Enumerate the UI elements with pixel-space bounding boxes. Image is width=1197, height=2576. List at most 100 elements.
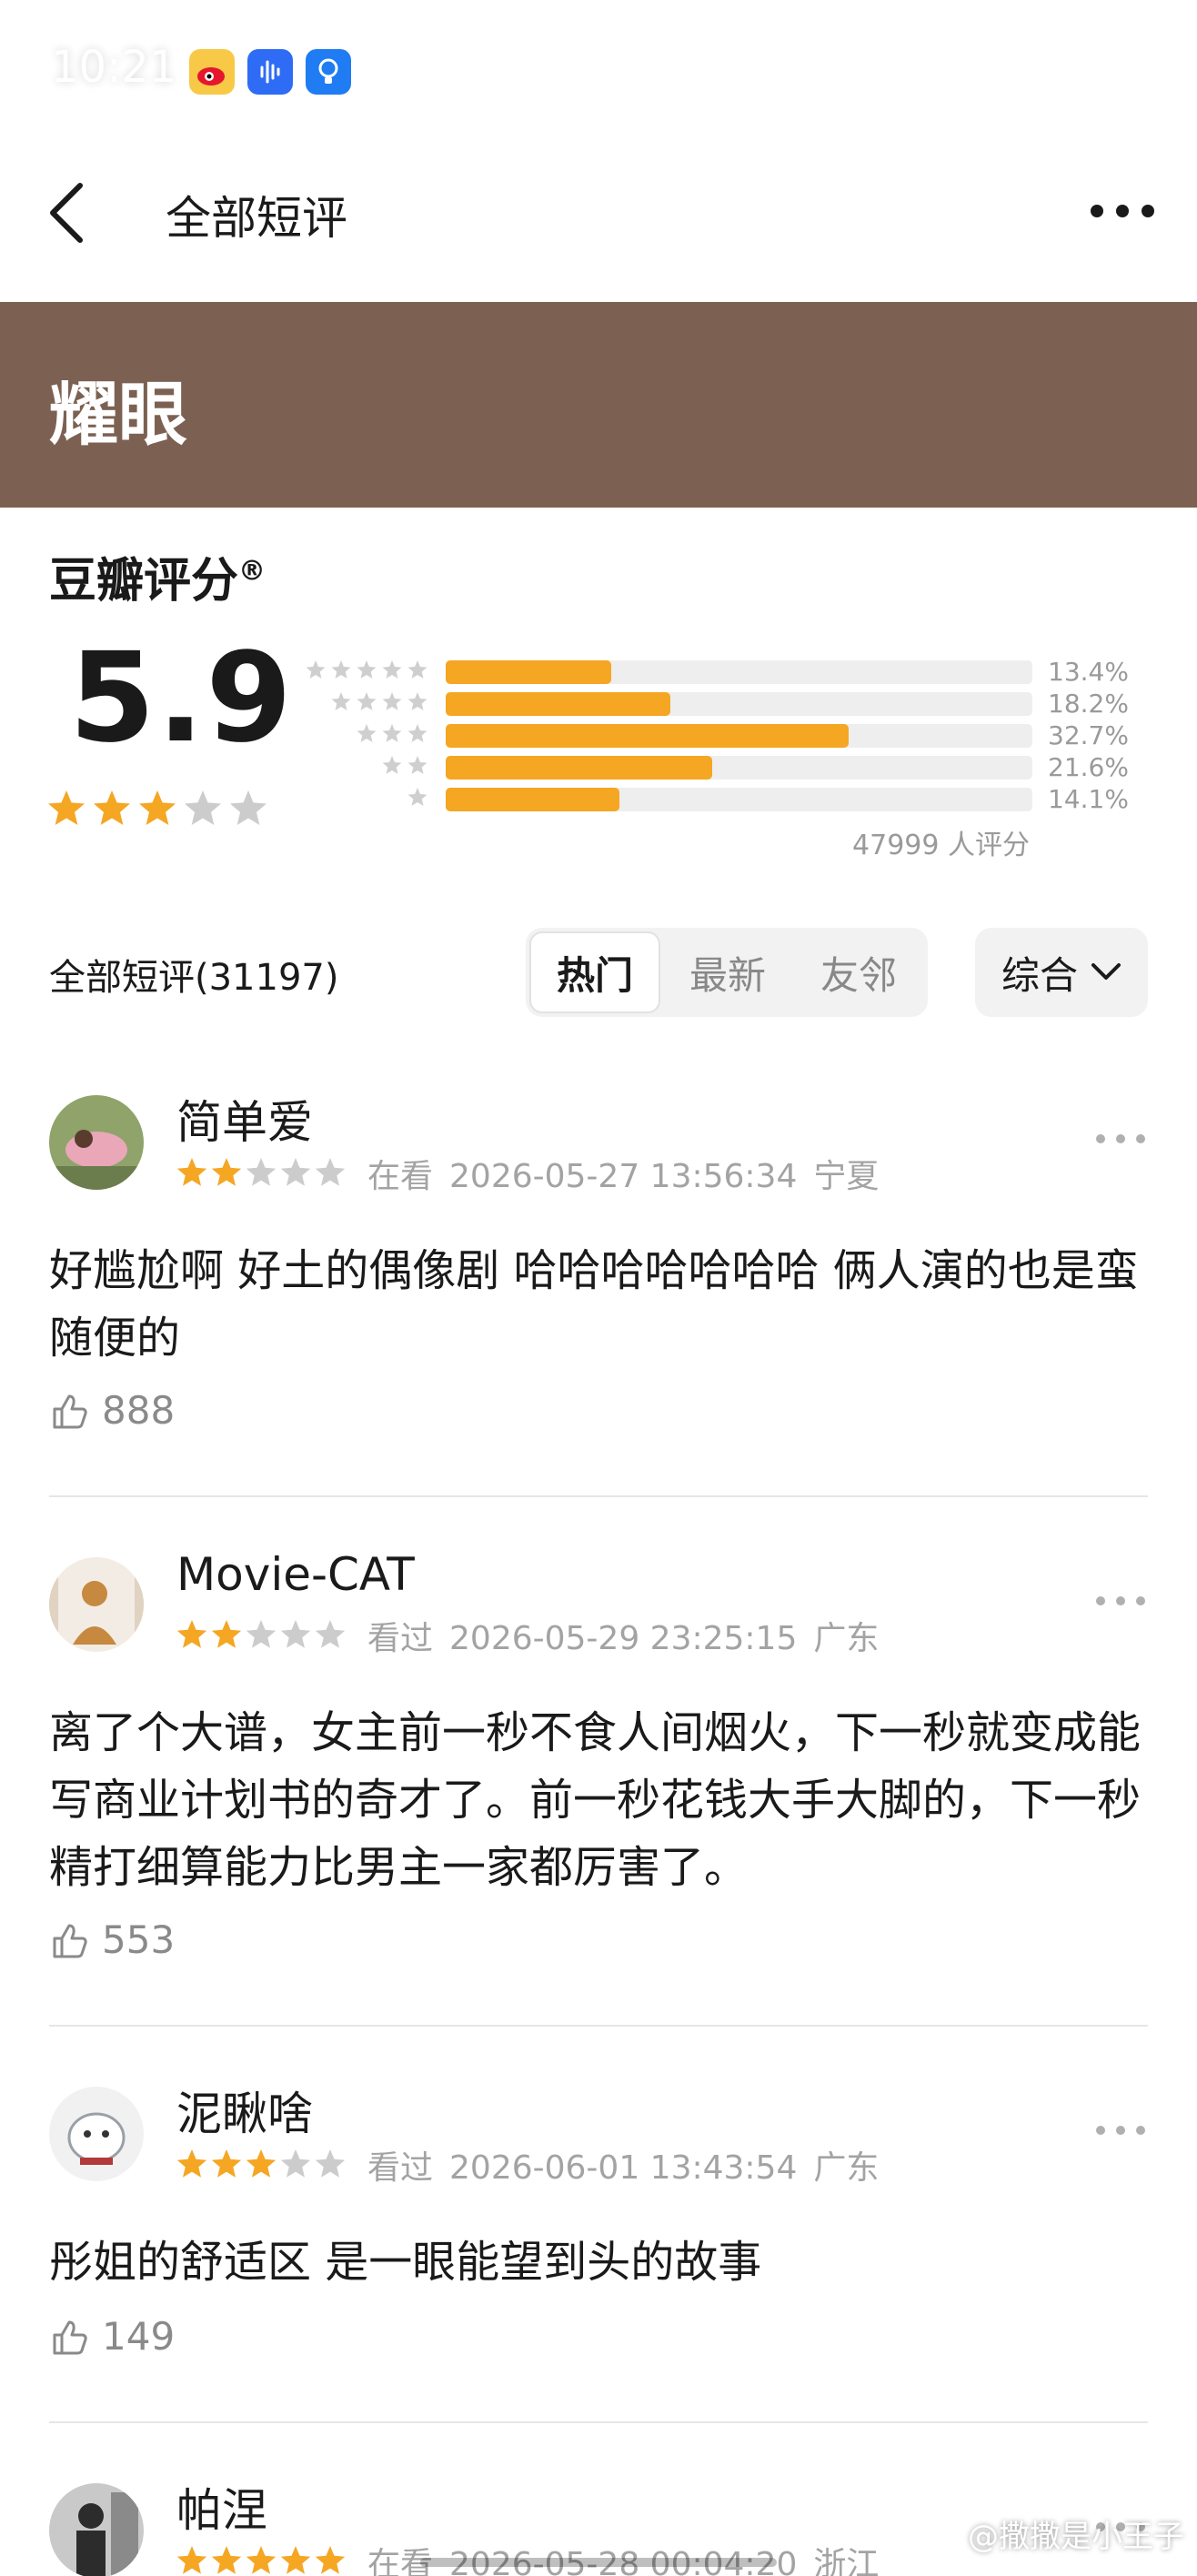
star-filled-icon [139,790,176,825]
comment-more-icon[interactable] [1093,2121,1148,2139]
user-rating-stars [176,2149,346,2178]
small-star-icon [357,692,377,710]
more-options-button[interactable] [1084,191,1161,231]
tab-latest[interactable]: 最新 [662,931,793,1013]
avatar[interactable] [49,2483,144,2576]
weibo-icon [189,49,235,95]
small-star-icon [407,724,428,742]
comments-total: 全部短评(31197) [49,957,339,999]
home-indicator[interactable] [420,2558,777,2567]
rating-bar-track [446,660,1032,684]
star-filled-icon [246,2546,277,2574]
small-star-icon [407,660,428,679]
weibo-logo-icon [930,2526,959,2547]
star-empty-icon [185,790,221,825]
tab-friends[interactable]: 友邻 [793,931,924,1013]
comment-tabs: 热门 最新 友邻 [526,928,928,1017]
tab-hot[interactable]: 热门 [529,931,660,1013]
status-icons: 5A 5A 83 [773,45,1161,96]
rating-row-1-star: 14.1% [300,784,1137,816]
small-star-icon [382,660,402,679]
divider [49,2421,1148,2423]
rating-count: 47999 人评分 [852,830,1030,861]
rating-label: 豆瓣评分® [49,554,267,609]
username[interactable]: 泥瞅啥 [176,2078,313,2143]
username[interactable]: Movie-CAT [176,1548,415,1601]
more-dots-icon [1091,205,1154,217]
star-empty-icon [315,1158,346,1186]
row-stars [306,660,428,679]
thumbs-up-icon [53,2320,87,2354]
comment-meta: 看过 2026-06-01 13:43:54 广东 [176,2147,895,2187]
rating-bar-fill [446,660,611,684]
rating-row-2-star: 21.6% [300,752,1137,784]
status-bar: 10:21 5A 5A 83 [0,0,1197,136]
comment-more-icon[interactable] [1093,1130,1148,1148]
small-star-icon [382,692,402,710]
back-button[interactable] [40,176,104,249]
rating-row-4-star: 18.2% [300,689,1137,720]
comment-meta: 在看 2026-05-27 13:56:34 宁夏 [176,1155,895,1195]
nav-header: 全部短评 [0,136,1197,302]
small-star-icon [357,660,377,679]
like-button[interactable]: 149 [49,2314,175,2359]
small-star-icon [407,788,428,806]
star-empty-icon [315,1620,346,1648]
star-filled-icon [211,2546,242,2574]
like-count: 888 [102,1388,176,1433]
row-stars [357,724,428,742]
chevron-left-icon [50,183,83,243]
rating-bar-track [446,788,1032,811]
star-empty-icon [246,1620,277,1648]
like-button[interactable]: 888 [49,1388,175,1433]
star-filled-icon [211,1158,242,1186]
small-star-icon [407,756,428,774]
rating-percent: 18.2% [1048,689,1129,719]
username[interactable]: 简单爱 [176,1086,313,1152]
signal-icon: 5A [893,52,953,87]
rating-bar-track [446,692,1032,716]
status-time: 10:21 [51,42,177,93]
rating-distribution: 13.4% 18.2% 32.7% 21.6% 14.1% [300,657,1137,816]
avatar[interactable] [49,1095,144,1190]
star-filled-icon [211,2149,242,2178]
like-count: 149 [102,2314,176,2359]
star-filled-icon [176,2149,207,2178]
comment-location: 广东 [813,2149,880,2187]
like-button[interactable]: 553 [49,1917,175,1962]
show-title: 耀眼 [49,374,187,455]
comment-text: 彤姐的舒适区 是一眼能望到头的故事 [49,2237,762,2288]
small-star-icon [357,724,377,742]
rating-row-3-star: 32.7% [300,720,1137,752]
row-stars [382,756,428,774]
comment-location: 广东 [813,1620,880,1657]
rating-row-5-star: 13.4% [300,657,1137,689]
comment-more-icon[interactable] [1093,1592,1148,1610]
comment-meta: 看过 2026-05-29 23:25:15 广东 [176,1617,895,1657]
avatar[interactable] [49,1557,144,1652]
rating-percent: 21.6% [1048,752,1129,782]
username[interactable]: 帕涅 [176,2474,267,2540]
divider [49,2025,1148,2027]
rating-bar-track [446,756,1032,780]
star-filled-icon [176,1158,207,1186]
sort-dropdown[interactable]: 综合 [975,928,1148,1017]
sort-label: 综合 [1001,952,1078,998]
screen: 10:21 5A 5A 83 全部短评 耀眼 豆瓣评分® 5.9 13.4% 1… [0,0,1197,2576]
small-star-icon [382,724,402,742]
star-filled-icon [280,2546,311,2574]
score-stars [48,790,267,825]
watch-status: 看过 [367,2149,434,2187]
star-empty-icon [315,2149,346,2178]
leaf-icon [1148,57,1157,85]
rating-bar-fill [446,724,849,748]
comment-datetime: 2026-05-29 23:25:15 [449,1620,798,1657]
bulb-app-icon [306,49,351,95]
rating-bar-fill [446,756,712,780]
rating-bar-track [446,724,1032,748]
svg-text:5A: 5A [893,52,912,69]
star-empty-icon [280,1620,311,1648]
star-empty-icon [280,2149,311,2178]
star-empty-icon [230,790,267,825]
avatar[interactable] [49,2087,144,2181]
